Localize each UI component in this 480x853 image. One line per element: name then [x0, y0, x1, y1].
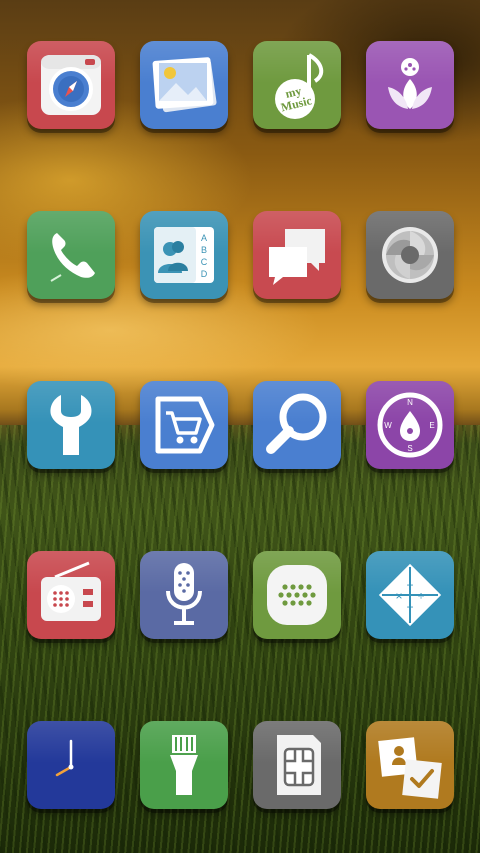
- svg-text:C: C: [201, 257, 208, 267]
- svg-text:S: S: [407, 444, 412, 453]
- magnifier-icon: [266, 393, 327, 454]
- compass-icon: N W E S: [377, 392, 443, 458]
- flashlight-app-icon[interactable]: [140, 721, 228, 809]
- gallery-icon: [152, 57, 217, 113]
- svg-text:×: ×: [395, 589, 402, 603]
- compass-app-icon[interactable]: N W E S: [366, 381, 454, 469]
- notes-checkmark-icon: [378, 737, 442, 799]
- chat-bubbles-icon: [269, 229, 325, 285]
- gallery-app-icon[interactable]: [140, 41, 228, 129]
- clock-icon: [55, 739, 74, 777]
- aperture-icon: [382, 227, 438, 283]
- contacts-app-icon[interactable]: A B C D: [140, 211, 228, 299]
- phone-icon: [50, 233, 95, 282]
- calculator-app-icon[interactable]: + × ÷ −: [366, 551, 454, 639]
- contacts-icon: A B C D: [154, 227, 214, 283]
- shopping-cart-icon: [155, 396, 215, 454]
- speaker-grille-icon: [267, 565, 327, 625]
- lotus-icon: [388, 58, 432, 109]
- lotus-app-icon[interactable]: [366, 41, 454, 129]
- radio-icon: [41, 561, 101, 621]
- sim-app-icon[interactable]: [253, 721, 341, 809]
- calculator-icon: + × ÷ −: [378, 563, 442, 627]
- radio-app-icon[interactable]: [27, 551, 115, 639]
- camera-icon: [41, 55, 101, 115]
- shop-app-icon[interactable]: [140, 381, 228, 469]
- svg-text:E: E: [429, 421, 434, 430]
- svg-text:N: N: [407, 398, 413, 407]
- svg-text:÷: ÷: [418, 589, 425, 603]
- camera-app-icon[interactable]: [27, 41, 115, 129]
- svg-text:W: W: [384, 421, 392, 430]
- messages-app-icon[interactable]: [253, 211, 341, 299]
- speaker-app-icon[interactable]: [253, 551, 341, 639]
- svg-text:D: D: [201, 269, 208, 279]
- flashlight-icon: [170, 735, 198, 795]
- phone-app-icon[interactable]: [27, 211, 115, 299]
- settings-app-icon[interactable]: [27, 381, 115, 469]
- search-app-icon[interactable]: [253, 381, 341, 469]
- wrench-icon: [50, 395, 92, 455]
- tasks-app-icon[interactable]: [366, 721, 454, 809]
- sim-card-icon: [277, 735, 321, 795]
- clock-app-icon[interactable]: [27, 721, 115, 809]
- svg-text:A: A: [201, 233, 207, 243]
- svg-text:+: +: [406, 578, 413, 592]
- music-app-icon[interactable]: my Music: [253, 41, 341, 129]
- svg-text:B: B: [201, 245, 207, 255]
- voice-app-icon[interactable]: [140, 551, 228, 639]
- aperture-app-icon[interactable]: [366, 211, 454, 299]
- svg-text:−: −: [406, 600, 413, 614]
- microphone-icon: [166, 563, 202, 625]
- music-note-icon: my Music: [275, 53, 324, 119]
- app-icon-grid: my Music A B C D N W E S + × ÷ −: [0, 0, 480, 853]
